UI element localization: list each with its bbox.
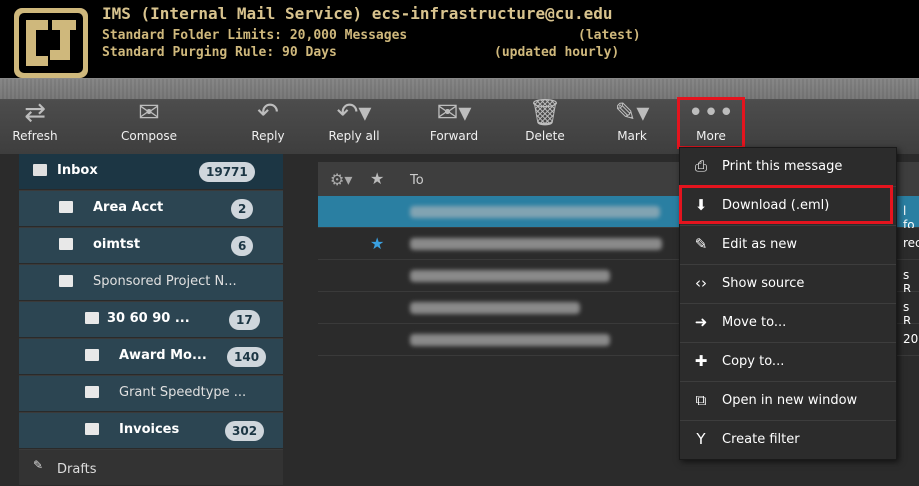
folder-oimtst[interactable]: oimtst 6 xyxy=(19,228,283,264)
flag-column-star-icon[interactable]: ★ xyxy=(370,169,384,188)
recipient-redacted xyxy=(410,302,580,314)
forward-icon: ✉▾ xyxy=(436,98,472,128)
download-highlight-box xyxy=(679,185,893,224)
recipient-redacted xyxy=(410,238,662,250)
recipient-redacted xyxy=(410,334,610,346)
folder-icon xyxy=(85,349,99,361)
folder-label: Grant Speedtype ... xyxy=(119,385,247,400)
folder-count: 17 xyxy=(229,310,260,330)
folder-count: 140 xyxy=(227,347,267,367)
header-latest-tag: (latest) xyxy=(578,28,641,43)
delete-label: Delete xyxy=(525,129,565,143)
refresh-icon: ⇄ xyxy=(24,98,46,128)
list-options-gear-icon[interactable]: ⚙▾ xyxy=(330,170,352,189)
recipient-redacted xyxy=(410,270,610,282)
folder-inbox[interactable]: Inbox 19771 xyxy=(19,154,283,190)
folder-label: Invoices xyxy=(119,422,180,437)
inbox-icon xyxy=(33,164,47,176)
subject-fragment: 20 xyxy=(903,332,919,346)
folder-collapse-icon xyxy=(59,275,73,287)
folder-area-acct[interactable]: Area Acct 2 xyxy=(19,191,283,227)
app-header: IMS (Internal Mail Service) ecs-infrastr… xyxy=(0,0,919,78)
folder-icon xyxy=(85,386,99,398)
menu-show-source[interactable]: ‹› Show source xyxy=(680,265,896,304)
printer-icon: ⎙ xyxy=(694,157,707,175)
move-icon: ➜ xyxy=(694,313,708,331)
toolbar: ⇄ Refresh ✉ Compose ↶ Reply ↶▾ Reply all… xyxy=(0,78,919,154)
refresh-button[interactable]: ⇄ Refresh xyxy=(8,97,62,153)
folder-label: oimtst xyxy=(93,237,141,252)
reply-button[interactable]: ↶ Reply xyxy=(240,97,296,153)
header-purging-rule: Standard Purging Rule: 90 Days xyxy=(102,45,337,60)
menu-print-message[interactable]: ⎙ Print this message xyxy=(680,148,896,187)
reply-all-icon: ↶▾ xyxy=(336,98,372,128)
header-title: IMS (Internal Mail Service) ecs-infrastr… xyxy=(102,4,613,23)
mark-label: Mark xyxy=(617,129,647,143)
menu-open-new-window[interactable]: ⧉ Open in new window xyxy=(680,382,896,421)
menu-create-filter[interactable]: Y Create filter xyxy=(680,421,896,460)
reply-icon: ↶ xyxy=(257,98,279,128)
folder-30-60-90[interactable]: 30 60 90 ... 17 xyxy=(19,302,283,338)
menu-item-label: Open in new window xyxy=(722,393,858,408)
filter-icon: Y xyxy=(696,430,706,448)
folder-icon xyxy=(85,423,99,435)
cu-logo-icon xyxy=(14,8,88,78)
trash-icon: 🗑 xyxy=(528,98,562,128)
folder-grant-speedtype[interactable]: Grant Speedtype ... xyxy=(19,376,283,412)
folder-label: Award Mo... xyxy=(119,348,207,363)
menu-edit-as-new[interactable]: ✎ Edit as new xyxy=(680,226,896,265)
delete-button[interactable]: 🗑 Delete xyxy=(518,97,572,153)
folder-count: 19771 xyxy=(199,162,255,182)
compose-icon: ✉ xyxy=(138,98,160,128)
folder-icon xyxy=(59,201,73,213)
folder-sponsored-project[interactable]: Sponsored Project N... xyxy=(19,265,283,301)
forward-button[interactable]: ✉▾ Forward xyxy=(422,97,486,153)
header-updated-tag: (updated hourly) xyxy=(494,45,620,60)
folder-label: 30 60 90 ... xyxy=(107,311,190,326)
menu-item-label: Copy to... xyxy=(722,354,785,369)
copy-icon: ✚ xyxy=(694,352,708,370)
folder-award-mo[interactable]: Award Mo... 140 xyxy=(19,339,283,375)
subject-fragment: rec xyxy=(903,236,919,250)
mark-icon: ✎▾ xyxy=(614,98,650,128)
code-icon: ‹› xyxy=(695,274,707,292)
menu-item-label: Create filter xyxy=(722,432,800,447)
folder-count: 2 xyxy=(231,199,254,219)
folder-icon xyxy=(59,238,73,250)
folder-drafts[interactable]: ✎ Drafts xyxy=(19,450,283,486)
menu-item-label: Edit as new xyxy=(722,237,798,252)
folder-list: Inbox 19771 Area Acct 2 oimtst 6 Sponsor… xyxy=(19,154,283,486)
menu-item-label: Print this message xyxy=(722,159,843,174)
edit-icon: ✎ xyxy=(694,235,708,253)
compose-button[interactable]: ✉ Compose xyxy=(110,97,188,153)
column-to-header[interactable]: To xyxy=(410,173,424,188)
folder-invoices[interactable]: Invoices 302 xyxy=(19,413,283,449)
menu-item-label: Show source xyxy=(722,276,805,291)
folder-label: Sponsored Project N... xyxy=(93,274,237,289)
forward-label: Forward xyxy=(429,129,479,143)
folder-count: 302 xyxy=(225,421,265,441)
header-folder-limits: Standard Folder Limits: 20,000 Messages xyxy=(102,28,408,43)
recipient-redacted xyxy=(410,206,660,218)
reply-all-button[interactable]: ↶▾ Reply all xyxy=(320,97,388,153)
drafts-icon: ✎ xyxy=(33,458,44,472)
folder-label: Drafts xyxy=(57,462,97,477)
folder-icon xyxy=(85,312,99,324)
refresh-label: Refresh xyxy=(12,129,58,143)
flagged-star-icon[interactable]: ★ xyxy=(370,234,384,253)
menu-copy-to[interactable]: ✚ Copy to... xyxy=(680,343,896,382)
folder-label: Area Acct xyxy=(93,200,164,215)
compose-label: Compose xyxy=(120,129,177,143)
folder-count: 6 xyxy=(231,236,254,256)
reply-label: Reply xyxy=(251,129,285,143)
menu-item-label: Move to... xyxy=(722,315,787,330)
mark-button[interactable]: ✎▾ Mark xyxy=(604,97,660,153)
toolbar-strip xyxy=(0,79,919,99)
reply-all-label: Reply all xyxy=(328,129,380,143)
new-window-icon: ⧉ xyxy=(695,391,707,409)
menu-move-to[interactable]: ➜ Move to... xyxy=(680,304,896,343)
more-highlight-box xyxy=(677,97,745,149)
folder-label: Inbox xyxy=(57,163,98,178)
